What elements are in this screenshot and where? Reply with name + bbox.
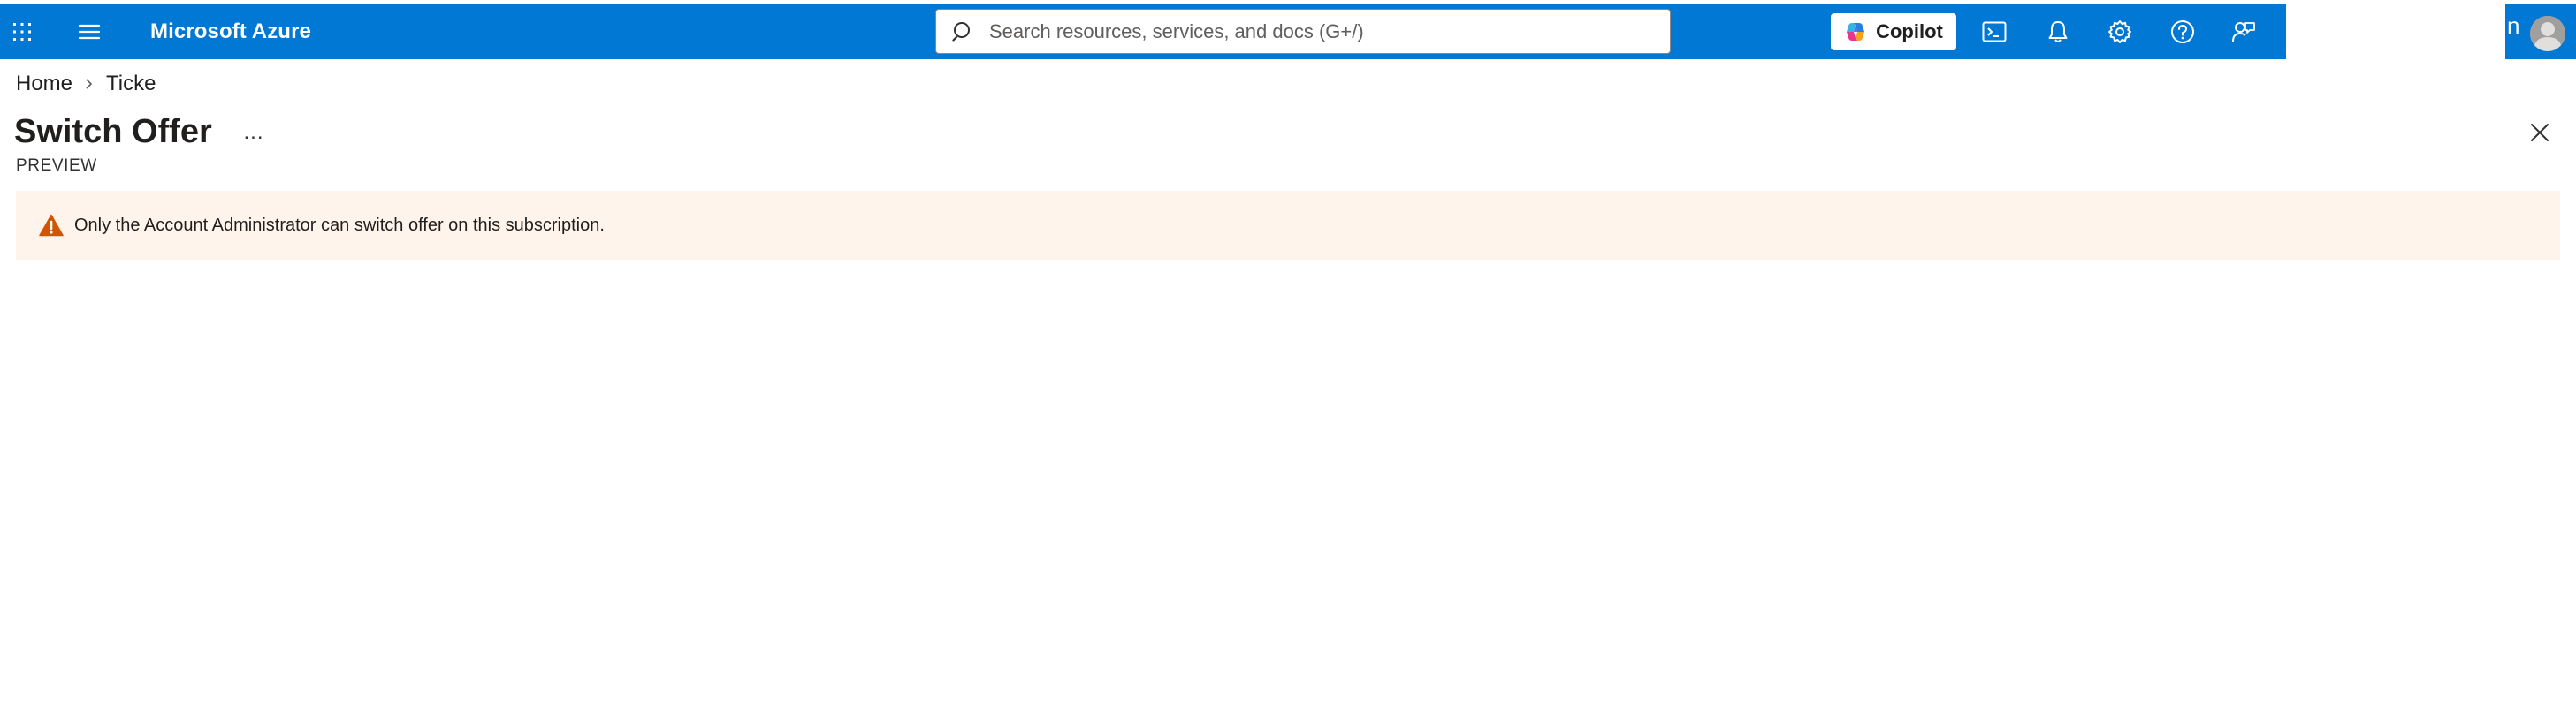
breadcrumb: Home Ticke <box>16 71 156 97</box>
account-info[interactable] <box>2286 4 2505 59</box>
page-subtitle: PREVIEW <box>16 156 97 175</box>
waffle-icon[interactable] <box>0 4 44 59</box>
more-options-button[interactable]: ... <box>240 120 267 144</box>
cloud-shell-icon[interactable] <box>1970 4 2019 59</box>
bell-icon[interactable] <box>2033 4 2083 59</box>
breadcrumb-item[interactable]: Ticke <box>106 72 156 96</box>
gear-icon[interactable] <box>2095 4 2145 59</box>
copilot-label: Copilot <box>1876 20 1943 42</box>
account-name-fragment: n <box>2507 11 2520 39</box>
close-icon[interactable] <box>2525 118 2555 148</box>
chevron-right-icon <box>85 78 94 90</box>
page-title: Switch Offer <box>14 113 212 150</box>
warning-banner: Only the Account Administrator can switc… <box>16 191 2560 260</box>
warning-icon <box>39 214 64 237</box>
avatar[interactable] <box>2530 16 2565 51</box>
copilot-button[interactable]: Copilot <box>1831 13 1956 50</box>
search-input[interactable] <box>987 11 1670 52</box>
breadcrumb-home[interactable]: Home <box>16 72 72 96</box>
brand-title[interactable]: Microsoft Azure <box>150 4 311 59</box>
warning-message: Only the Account Administrator can switc… <box>74 215 605 235</box>
global-search[interactable] <box>935 9 1671 54</box>
search-icon <box>952 19 977 44</box>
top-bar: Microsoft Azure Copilot <box>0 4 2576 59</box>
copilot-icon <box>1844 20 1867 43</box>
feedback-icon[interactable] <box>2219 4 2268 59</box>
help-icon[interactable] <box>2158 4 2207 59</box>
hamburger-icon[interactable] <box>69 4 110 59</box>
